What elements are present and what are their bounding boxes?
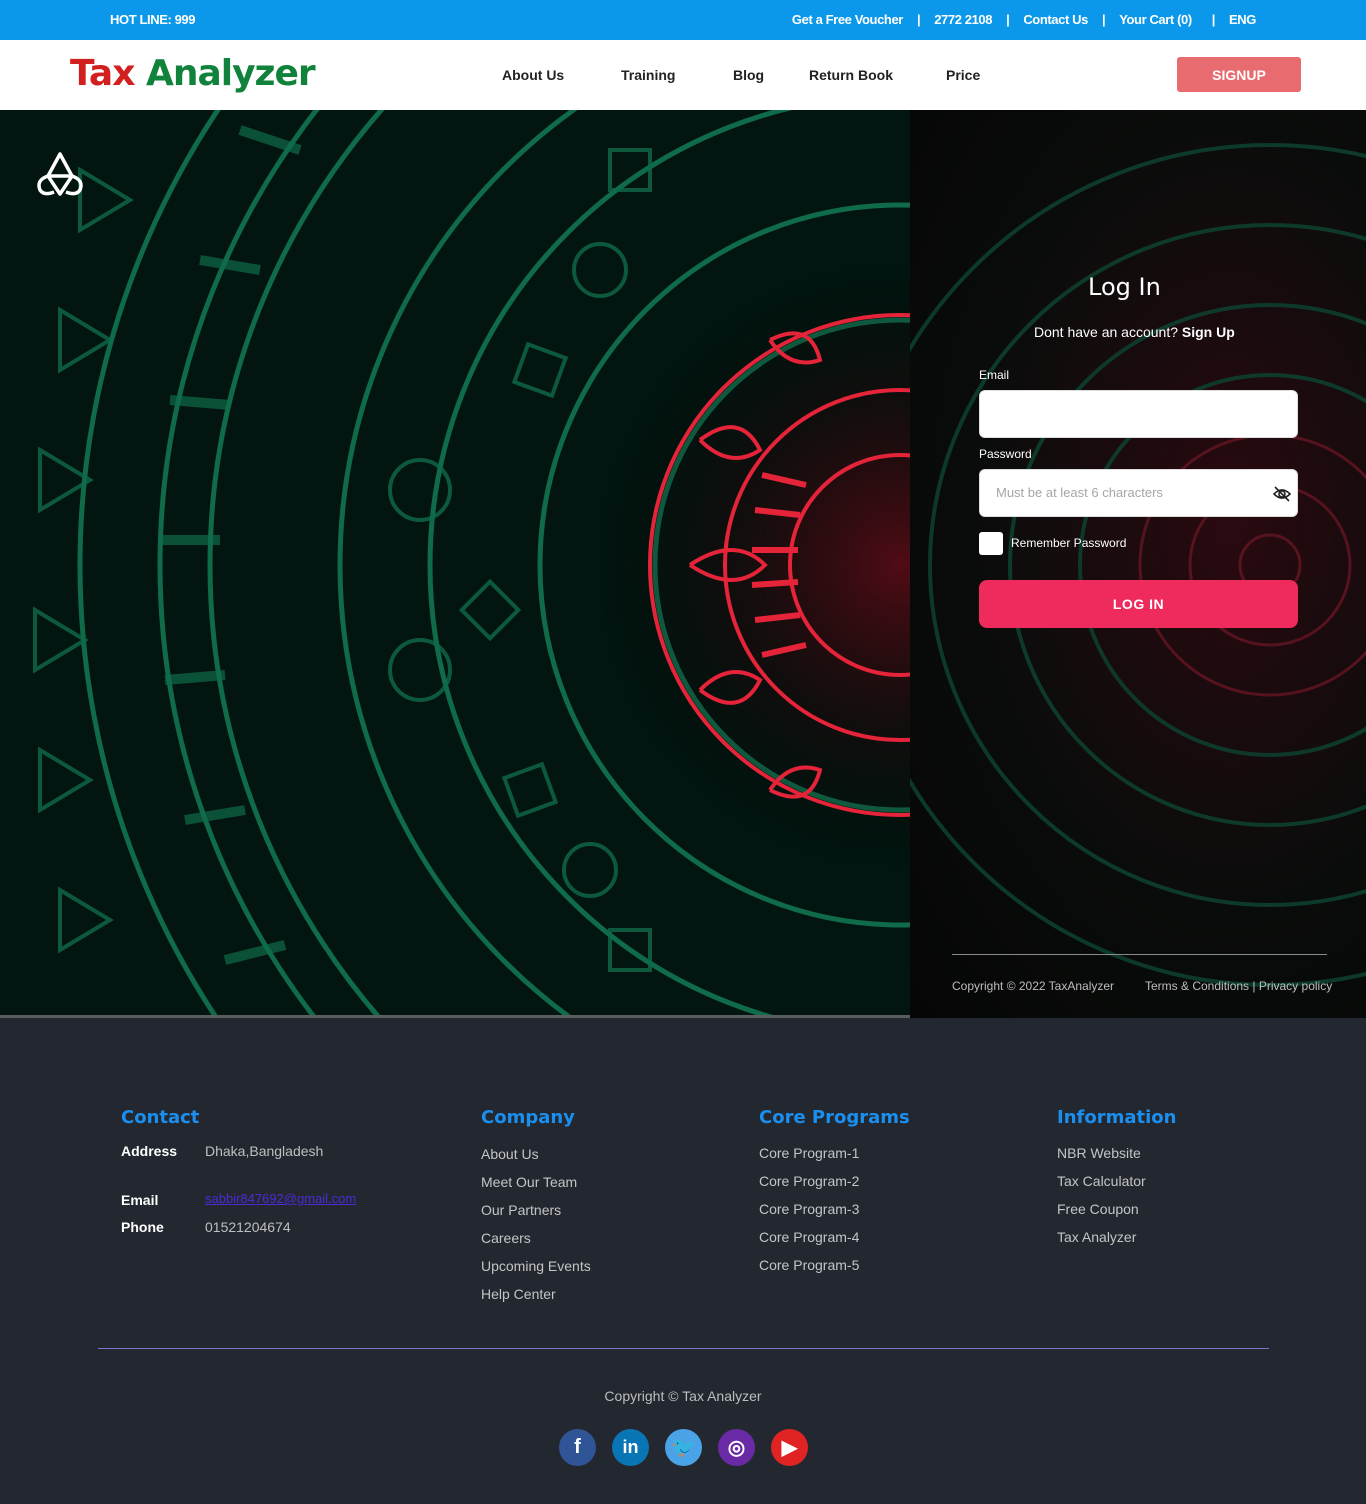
- footer-link-program-1[interactable]: Core Program-1: [759, 1145, 859, 1161]
- nav-training[interactable]: Training: [621, 67, 675, 83]
- nav-about-us[interactable]: About Us: [502, 67, 564, 83]
- nav-return-book[interactable]: Return Book: [809, 67, 893, 83]
- email-input[interactable]: [979, 390, 1298, 438]
- privacy-link[interactable]: Privacy policy: [1259, 979, 1332, 993]
- login-button[interactable]: LOG IN: [979, 580, 1298, 628]
- email-label-footer: Email: [121, 1192, 159, 1208]
- password-input[interactable]: Must be at least 6 characters: [979, 469, 1298, 517]
- instagram-icon[interactable]: ◎: [718, 1429, 755, 1466]
- address-value: Dhaka,Bangladesh: [205, 1143, 324, 1159]
- signup-prompt: Dont have an account? Sign Up: [1034, 324, 1235, 340]
- twitter-icon[interactable]: 🐦: [665, 1429, 702, 1466]
- footer-link-careers[interactable]: Careers: [481, 1230, 531, 1246]
- panel-footer-divider: [952, 954, 1327, 955]
- login-panel: [910, 110, 1366, 1018]
- separator: |: [1006, 12, 1010, 27]
- footer-link-partners[interactable]: Our Partners: [481, 1202, 561, 1218]
- footer-divider: [98, 1348, 1269, 1349]
- footer-link-program-3[interactable]: Core Program-3: [759, 1201, 859, 1217]
- footer-programs-title: Core Programs: [759, 1107, 910, 1128]
- email-link[interactable]: sabbir847692@gmail.com: [205, 1191, 356, 1206]
- footer-link-calculator[interactable]: Tax Calculator: [1057, 1173, 1146, 1189]
- signup-prompt-text: Dont have an account?: [1034, 324, 1178, 340]
- hero-section: [0, 110, 1366, 1018]
- free-voucher-link[interactable]: Get a Free Voucher: [792, 12, 903, 27]
- nav-blog[interactable]: Blog: [733, 67, 764, 83]
- login-panel-pattern: [910, 143, 1366, 987]
- terms-link[interactable]: Terms & Conditions: [1145, 979, 1249, 993]
- logo-tax: Tax: [70, 53, 135, 94]
- login-copyright: Copyright © 2022 TaxAnalyzer: [952, 979, 1115, 993]
- footer-link-help[interactable]: Help Center: [481, 1286, 556, 1302]
- address-label: Address: [121, 1143, 178, 1159]
- footer-link-about[interactable]: About Us: [481, 1146, 539, 1162]
- facebook-icon[interactable]: f: [559, 1429, 596, 1466]
- signup-button[interactable]: SIGNUP: [1177, 57, 1301, 92]
- email-label: Email: [979, 368, 1010, 382]
- eye-slash-icon[interactable]: [1272, 485, 1292, 503]
- footer-link-program-2[interactable]: Core Program-2: [759, 1173, 859, 1189]
- phone-label: Phone: [121, 1219, 164, 1235]
- remember-label: Remember Password: [1011, 536, 1127, 550]
- nav-price[interactable]: Price: [946, 67, 980, 83]
- hotline-text: HOT LINE: 999: [110, 12, 196, 27]
- mandala-background: [0, 110, 910, 1018]
- hero-divider: [0, 1015, 910, 1018]
- password-label: Password: [979, 447, 1032, 461]
- footer-link-coupon[interactable]: Free Coupon: [1057, 1201, 1139, 1217]
- linkedin-icon[interactable]: in: [612, 1429, 649, 1466]
- site-logo[interactable]: Tax Analyzer: [70, 53, 316, 94]
- phone-value: 01521204674: [205, 1219, 291, 1235]
- footer-link-tax-analyzer[interactable]: Tax Analyzer: [1057, 1229, 1136, 1245]
- top-bar: HOT LINE: 999 Get a Free Voucher | 2772 …: [0, 0, 1366, 40]
- footer-link-program-5[interactable]: Core Program-5: [759, 1257, 859, 1273]
- footer-contact-title: Contact: [121, 1107, 200, 1128]
- legal-links: Terms & Conditions | Privacy policy: [1145, 979, 1333, 993]
- footer-copyright: Copyright © Tax Analyzer: [604, 1388, 762, 1404]
- footer-link-nbr[interactable]: NBR Website: [1057, 1145, 1141, 1161]
- signup-link[interactable]: Sign Up: [1182, 324, 1235, 340]
- youtube-icon[interactable]: ▶: [771, 1429, 808, 1466]
- phone-link[interactable]: 2772 2108: [934, 12, 992, 27]
- footer-company-title: Company: [481, 1107, 575, 1128]
- main-navbar: Tax Analyzer About Us Training Blog Retu…: [0, 40, 1366, 110]
- separator: |: [1211, 12, 1216, 27]
- top-bar-links: Get a Free Voucher | 2772 2108 | Contact…: [792, 12, 1256, 27]
- login-title: Log In: [1088, 273, 1161, 301]
- remember-checkbox[interactable]: [979, 532, 1003, 555]
- footer-link-team[interactable]: Meet Our Team: [481, 1174, 577, 1190]
- cart-link[interactable]: Your Cart (0): [1119, 12, 1192, 27]
- language-selector[interactable]: ENG: [1229, 12, 1256, 27]
- separator: |: [1101, 12, 1106, 27]
- footer-link-events[interactable]: Upcoming Events: [481, 1258, 591, 1274]
- contact-us-link[interactable]: Contact Us: [1023, 12, 1088, 27]
- brand-mark-icon: [37, 152, 83, 196]
- separator: |: [916, 12, 921, 27]
- footer-information-title: Information: [1057, 1107, 1177, 1128]
- logo-analyzer: Analyzer: [134, 53, 316, 94]
- footer-link-program-4[interactable]: Core Program-4: [759, 1229, 859, 1245]
